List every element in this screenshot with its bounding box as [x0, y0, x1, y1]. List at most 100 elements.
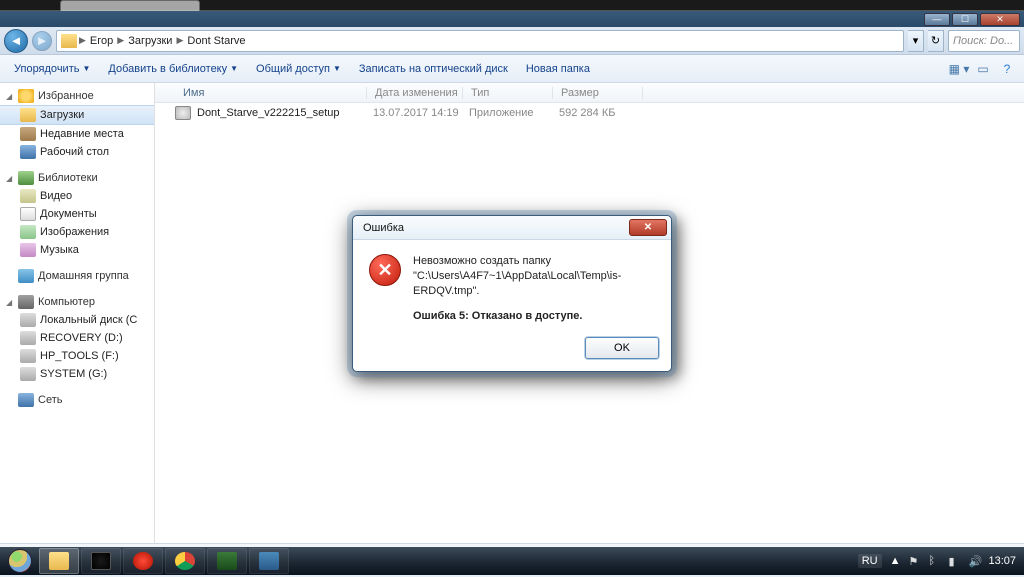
maximize-button[interactable]: ☐ [952, 13, 978, 26]
chevron-right-icon: ▶ [79, 35, 86, 46]
browser-tab-strip [0, 0, 1024, 11]
burn-button[interactable]: Записать на оптический диск [351, 59, 516, 79]
sidebar-item-disk-c[interactable]: Локальный диск (C [0, 311, 154, 329]
minimize-button[interactable]: — [924, 13, 950, 26]
computer-icon [18, 295, 34, 309]
taskbar-app[interactable] [81, 548, 121, 574]
dialog-titlebar[interactable]: Ошибка ✕ [353, 216, 671, 240]
document-icon [20, 207, 36, 221]
column-type[interactable]: Тип [463, 87, 553, 99]
sidebar-favorites-header[interactable]: ◢Избранное [0, 87, 154, 105]
preview-pane-button[interactable]: ▭ [972, 58, 994, 80]
tray-chevron-icon[interactable]: ▲ [890, 555, 901, 567]
sidebar-item-disk-g[interactable]: SYSTEM (G:) [0, 365, 154, 383]
system-tray: RU ▲ ⚑ ᛒ ▮ 🔊 13:07 [858, 554, 1022, 568]
window-titlebar: — ☐ ✕ [0, 11, 1024, 27]
folder-icon [20, 108, 36, 122]
file-row[interactable]: Dont_Starve_v222215_setup 13.07.2017 14:… [155, 103, 1024, 123]
bluetooth-icon[interactable]: ᛒ [928, 555, 940, 567]
error-dialog: Ошибка ✕ ✕ Невозможно создать папку "C:\… [352, 215, 672, 372]
close-button[interactable]: ✕ [980, 13, 1020, 26]
sidebar-item-desktop[interactable]: Рабочий стол [0, 143, 154, 161]
explorer-icon [49, 552, 69, 570]
taskbar-app2[interactable] [207, 548, 247, 574]
file-date: 13.07.2017 14:19 [373, 107, 469, 119]
address-dropdown[interactable]: ▾ [908, 30, 924, 52]
refresh-button[interactable]: ↻ [928, 30, 944, 52]
taskbar-explorer[interactable] [39, 548, 79, 574]
view-options-button[interactable]: ▦ ▾ [948, 58, 970, 80]
sidebar-libraries-header[interactable]: ◢Библиотеки [0, 169, 154, 187]
disk-icon [20, 367, 36, 381]
search-placeholder: Поиск: Do... [953, 35, 1013, 47]
clock[interactable]: 13:07 [988, 555, 1016, 567]
taskbar-app3[interactable] [249, 548, 289, 574]
help-button[interactable]: ? [996, 58, 1018, 80]
sidebar-item-documents[interactable]: Документы [0, 205, 154, 223]
windows-orb-icon [8, 549, 32, 573]
taskbar: RU ▲ ⚑ ᛒ ▮ 🔊 13:07 [0, 547, 1024, 575]
nav-forward-button[interactable]: ► [32, 31, 52, 51]
disk-icon [20, 331, 36, 345]
include-library-menu[interactable]: Добавить в библиотеку▼ [100, 59, 246, 79]
error-icon: ✕ [369, 254, 401, 286]
chrome-icon [175, 552, 195, 570]
column-name[interactable]: Имя [175, 87, 367, 99]
column-date[interactable]: Дата изменения [367, 87, 463, 99]
language-indicator[interactable]: RU [858, 554, 882, 568]
sidebar-item-recent[interactable]: Недавние места [0, 125, 154, 143]
opera-icon [133, 552, 153, 570]
app-icon [259, 552, 279, 570]
address-bar-row: ◄ ► ▶ Егор ▶ Загрузки ▶ Dont Starve ▾ ↻ … [0, 27, 1024, 55]
breadcrumb-part[interactable]: Dont Starve [183, 35, 249, 47]
command-bar: Упорядочить▼ Добавить в библиотеку▼ Общи… [0, 55, 1024, 83]
library-icon [18, 171, 34, 185]
browser-tab[interactable] [60, 0, 200, 11]
star-icon [18, 89, 34, 103]
action-center-icon[interactable]: ⚑ [908, 555, 920, 567]
file-type: Приложение [469, 107, 559, 119]
sidebar-item-disk-d[interactable]: RECOVERY (D:) [0, 329, 154, 347]
breadcrumb-part[interactable]: Егор [86, 35, 117, 47]
folder-icon [61, 34, 77, 48]
dialog-title: Ошибка [363, 222, 404, 234]
volume-icon[interactable]: 🔊 [968, 555, 980, 567]
sidebar-item-disk-f[interactable]: HP_TOOLS (F:) [0, 347, 154, 365]
network-icon [18, 393, 34, 407]
new-folder-button[interactable]: Новая папка [518, 59, 598, 79]
column-size[interactable]: Размер [553, 87, 643, 99]
disk-icon [20, 313, 36, 327]
taskbar-chrome[interactable] [165, 548, 205, 574]
sidebar-homegroup-header[interactable]: Домашняя группа [0, 267, 154, 285]
dialog-close-button[interactable]: ✕ [629, 219, 667, 236]
start-button[interactable] [2, 547, 38, 575]
column-headers: Имя Дата изменения Тип Размер [155, 83, 1024, 103]
network-icon[interactable]: ▮ [948, 555, 960, 567]
chevron-right-icon: ▶ [176, 35, 183, 46]
sidebar-item-pictures[interactable]: Изображения [0, 223, 154, 241]
organize-menu[interactable]: Упорядочить▼ [6, 59, 98, 79]
sidebar-item-downloads[interactable]: Загрузки [0, 105, 154, 125]
share-menu[interactable]: Общий доступ▼ [248, 59, 349, 79]
app-icon [217, 552, 237, 570]
chevron-right-icon: ▶ [117, 35, 124, 46]
recent-icon [20, 127, 36, 141]
disk-icon [20, 349, 36, 363]
nav-back-button[interactable]: ◄ [4, 29, 28, 53]
sidebar-computer-header[interactable]: ◢Компьютер [0, 293, 154, 311]
taskbar-opera[interactable] [123, 548, 163, 574]
sidebar-item-music[interactable]: Музыка [0, 241, 154, 259]
sidebar-item-videos[interactable]: Видео [0, 187, 154, 205]
dialog-message: Невозможно создать папку "C:\Users\A4F7~… [413, 254, 655, 323]
video-icon [20, 189, 36, 203]
file-size: 592 284 КБ [559, 107, 649, 119]
breadcrumb-part[interactable]: Загрузки [124, 35, 176, 47]
desktop-icon [20, 145, 36, 159]
image-icon [20, 225, 36, 239]
music-icon [20, 243, 36, 257]
ok-button[interactable]: OK [585, 337, 659, 359]
application-icon [175, 106, 191, 120]
sidebar-network-header[interactable]: Сеть [0, 391, 154, 409]
breadcrumb[interactable]: ▶ Егор ▶ Загрузки ▶ Dont Starve [56, 30, 904, 52]
search-input[interactable]: Поиск: Do... [948, 30, 1020, 52]
